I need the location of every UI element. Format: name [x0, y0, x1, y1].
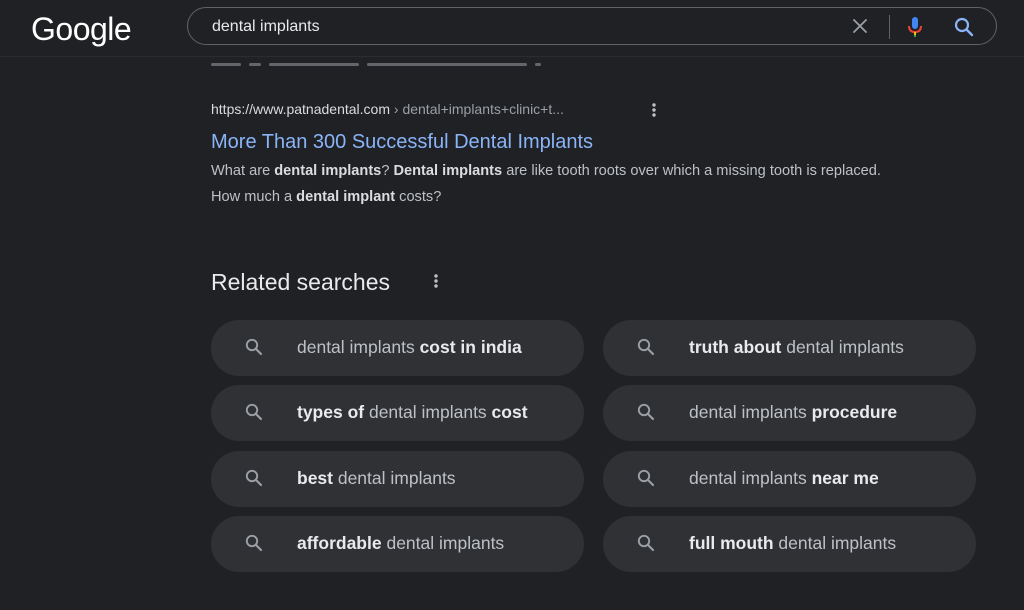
related-search-text: full mouth	[689, 533, 774, 553]
search-icon	[245, 469, 263, 487]
snippet-text: What are	[211, 163, 275, 179]
header-bar: Google dental implants	[0, 0, 1024, 56]
related-search-chip[interactable]: best dental implants	[211, 451, 584, 507]
search-icon	[637, 338, 655, 356]
related-search-label: dental implants near me	[689, 451, 879, 507]
microphone-icon[interactable]	[906, 16, 924, 38]
related-search-text: dental implants	[381, 533, 505, 553]
related-search-chip[interactable]: dental implants procedure	[603, 385, 976, 441]
search-icon	[245, 534, 263, 552]
related-search-text: dental implants	[689, 402, 812, 422]
snippet-text: dental implants	[274, 163, 382, 179]
related-search-text: dental implants	[332, 468, 456, 488]
search-icon	[637, 469, 655, 487]
search-icon	[245, 338, 263, 356]
related-search-text: dental implants	[297, 337, 420, 357]
related-search-chip[interactable]: types of dental implants cost	[211, 385, 584, 441]
related-search-text: best	[297, 468, 333, 488]
result-url-site[interactable]: https://www.patnadental.com	[211, 101, 390, 117]
google-logo[interactable]: Google	[31, 9, 132, 49]
snippet-text: dental implant	[296, 189, 396, 205]
search-icon	[245, 403, 263, 421]
related-search-text: affordable	[297, 533, 382, 553]
related-search-label: full mouth dental implants	[689, 516, 896, 572]
search-box[interactable]: dental implants	[187, 7, 997, 45]
related-search-text: near me	[811, 468, 879, 488]
related-search-text: dental implants	[773, 533, 897, 553]
related-search-text: cost	[491, 402, 528, 422]
result-url-path[interactable]: › dental+implants+clinic+t...	[390, 101, 564, 117]
search-input[interactable]: dental implants	[212, 8, 320, 46]
close-icon[interactable]	[851, 17, 869, 35]
search-result: https://www.patnadental.com › dental+imp…	[211, 98, 911, 210]
related-search-label: best dental implants	[297, 451, 456, 507]
related-search-text: dental implants	[781, 337, 904, 357]
search-icon[interactable]	[953, 16, 975, 38]
related-search-chip[interactable]: dental implants near me	[603, 451, 976, 507]
result-title-link[interactable]: More Than 300 Successful Dental Implants	[211, 128, 911, 156]
result-url[interactable]: https://www.patnadental.com › dental+imp…	[211, 98, 911, 120]
related-search-text: dental implants	[689, 468, 812, 488]
related-search-label: truth about dental implants	[689, 320, 904, 376]
search-icon	[637, 403, 655, 421]
more-vertical-icon[interactable]	[647, 101, 661, 119]
related-search-chip[interactable]: dental implants cost in india	[211, 320, 584, 376]
related-search-text: types of	[297, 402, 365, 422]
related-search-label: dental implants cost in india	[297, 320, 522, 376]
related-searches-heading: Related searches	[211, 269, 390, 295]
related-search-chip[interactable]: truth about dental implants	[603, 320, 976, 376]
related-search-chip[interactable]: affordable dental implants	[211, 516, 584, 572]
related-search-label: types of dental implants cost	[297, 385, 528, 441]
more-vertical-icon[interactable]	[429, 272, 443, 290]
snippet-text: Dental implants	[393, 163, 503, 179]
related-search-label: affordable dental implants	[297, 516, 504, 572]
related-search-text: dental implants	[364, 402, 492, 422]
related-search-chip[interactable]: full mouth dental implants	[603, 516, 976, 572]
related-search-label: dental implants procedure	[689, 385, 897, 441]
result-snippet: What are dental implants? Dental implant…	[211, 158, 911, 210]
related-search-text: truth about	[689, 337, 782, 357]
snippet-text: ?	[381, 163, 394, 179]
snippet-text: costs?	[395, 189, 442, 205]
related-search-text: procedure	[811, 402, 898, 422]
related-search-text: cost in india	[419, 337, 522, 357]
divider	[889, 15, 890, 39]
search-icon	[637, 534, 655, 552]
